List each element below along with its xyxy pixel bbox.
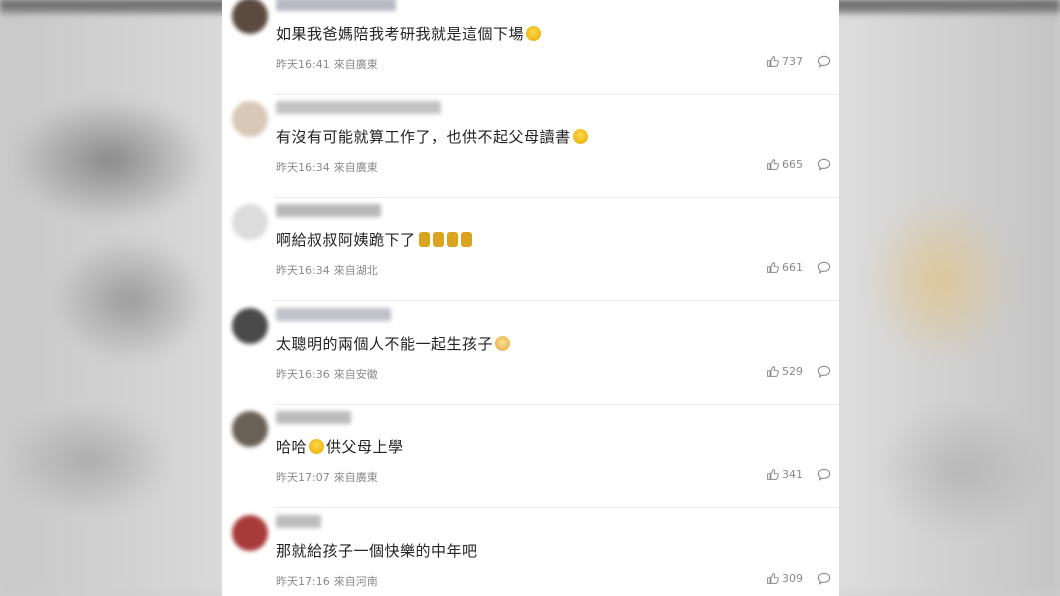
comment-text: 那就給孩子一個快樂的中年吧 [276, 542, 478, 560]
like-count: 665 [782, 158, 803, 171]
kneeling-emoji-icon [418, 232, 430, 247]
like-count: 737 [782, 55, 803, 68]
laughing-emoji-icon [572, 129, 588, 144]
like-button[interactable]: 529 [766, 365, 803, 378]
comment-location: 來自安徽 [333, 368, 378, 381]
avatar[interactable] [232, 0, 268, 34]
comment-item: 啊給叔叔阿姨跪下了 昨天16:34 來自湖北 661 [222, 198, 839, 301]
comment-bubble-icon [817, 55, 831, 68]
crying-emoji-icon [526, 26, 542, 41]
comment-item: 如果我爸媽陪我考研我就是這個下場 昨天16:41 來自廣東 737 [222, 0, 839, 95]
comment-meta: 昨天16:36 來自安徽 [276, 366, 378, 382]
username-blurred[interactable] [276, 515, 321, 528]
reply-button[interactable] [817, 468, 831, 481]
comment-time: 昨天17:16 [276, 575, 330, 588]
comment-meta: 昨天16:34 來自湖北 [276, 262, 378, 278]
comment-bubble-icon [817, 365, 831, 378]
divider [274, 300, 839, 301]
comment-item: 有沒有可能就算工作了，也供不起父母讀書 昨天16:34 來自廣東 665 [222, 95, 839, 198]
avatar[interactable] [232, 204, 268, 240]
comment-text: 啊給叔叔阿姨跪下了 [276, 229, 472, 250]
thumbs-up-icon [767, 262, 779, 273]
comment-location: 來自廣東 [333, 471, 378, 484]
kneeling-emoji-icon [432, 232, 444, 247]
username-blurred[interactable] [276, 411, 351, 424]
comment-text: 有沒有可能就算工作了，也供不起父母讀書 [276, 126, 588, 147]
pig-emoji-icon [495, 336, 511, 351]
comment-time: 昨天16:34 [276, 264, 330, 277]
username-blurred[interactable] [276, 101, 441, 114]
comment-item: 哈哈 供父母上學 昨天17:07 來自廣東 341 [222, 405, 839, 508]
like-count: 661 [782, 261, 803, 274]
avatar[interactable] [232, 308, 268, 344]
comment-time: 昨天16:36 [276, 368, 330, 381]
comment-item: 那就給孩子一個快樂的中年吧 昨天17:16 來自河南 309 [222, 509, 839, 596]
reply-button[interactable] [817, 158, 831, 171]
thumbs-up-icon [767, 159, 779, 170]
comment-bubble-icon [817, 468, 831, 481]
kneeling-emoji-icon [460, 232, 472, 247]
kneeling-emoji-icon [446, 232, 458, 247]
reply-button[interactable] [817, 55, 831, 68]
comment-text: 太聰明的兩個人不能一起生孩子 [276, 333, 511, 354]
comment-meta: 昨天17:16 來自河南 [276, 573, 378, 589]
comment-item: 太聰明的兩個人不能一起生孩子 昨天16:36 來自安徽 529 [222, 302, 839, 405]
comment-location: 來自廣東 [333, 161, 378, 174]
comment-time: 昨天16:34 [276, 161, 330, 174]
reply-button[interactable] [817, 365, 831, 378]
comment-time: 昨天17:07 [276, 471, 330, 484]
avatar[interactable] [232, 101, 268, 137]
like-button[interactable]: 665 [766, 158, 803, 171]
avatar[interactable] [232, 411, 268, 447]
thumbs-up-icon [767, 56, 779, 67]
like-count: 529 [782, 365, 803, 378]
like-count: 341 [782, 468, 803, 481]
comment-location: 來自湖北 [333, 264, 378, 277]
thumbs-up-icon [767, 573, 779, 584]
avatar[interactable] [232, 515, 268, 551]
comment-bubble-icon [817, 158, 831, 171]
comment-meta: 昨天16:34 來自廣東 [276, 159, 378, 175]
like-button[interactable]: 737 [766, 55, 803, 68]
comment-text: 如果我爸媽陪我考研我就是這個下場 [276, 23, 542, 44]
reply-button[interactable] [817, 572, 831, 585]
comment-bubble-icon [817, 261, 831, 274]
thumbs-up-icon [767, 366, 779, 377]
comment-list: 如果我爸媽陪我考研我就是這個下場 昨天16:41 來自廣東 737 有沒有可能就算… [222, 0, 839, 596]
laughing-emoji-icon [309, 439, 325, 454]
comment-location: 來自河南 [333, 575, 378, 588]
comment-meta: 昨天17:07 來自廣東 [276, 469, 378, 485]
like-button[interactable]: 309 [766, 572, 803, 585]
username-blurred[interactable] [276, 204, 381, 217]
comment-time: 昨天16:41 [276, 58, 330, 71]
comment-bubble-icon [817, 572, 831, 585]
reply-button[interactable] [817, 261, 831, 274]
comment-meta: 昨天16:41 來自廣東 [276, 56, 378, 72]
like-button[interactable]: 341 [766, 468, 803, 481]
username-blurred[interactable] [276, 308, 391, 321]
username-blurred[interactable] [276, 0, 396, 11]
like-button[interactable]: 661 [766, 261, 803, 274]
divider [274, 507, 839, 508]
like-count: 309 [782, 572, 803, 585]
comment-text: 哈哈 供父母上學 [276, 438, 404, 456]
thumbs-up-icon [767, 469, 779, 480]
comment-location: 來自廣東 [333, 58, 378, 71]
